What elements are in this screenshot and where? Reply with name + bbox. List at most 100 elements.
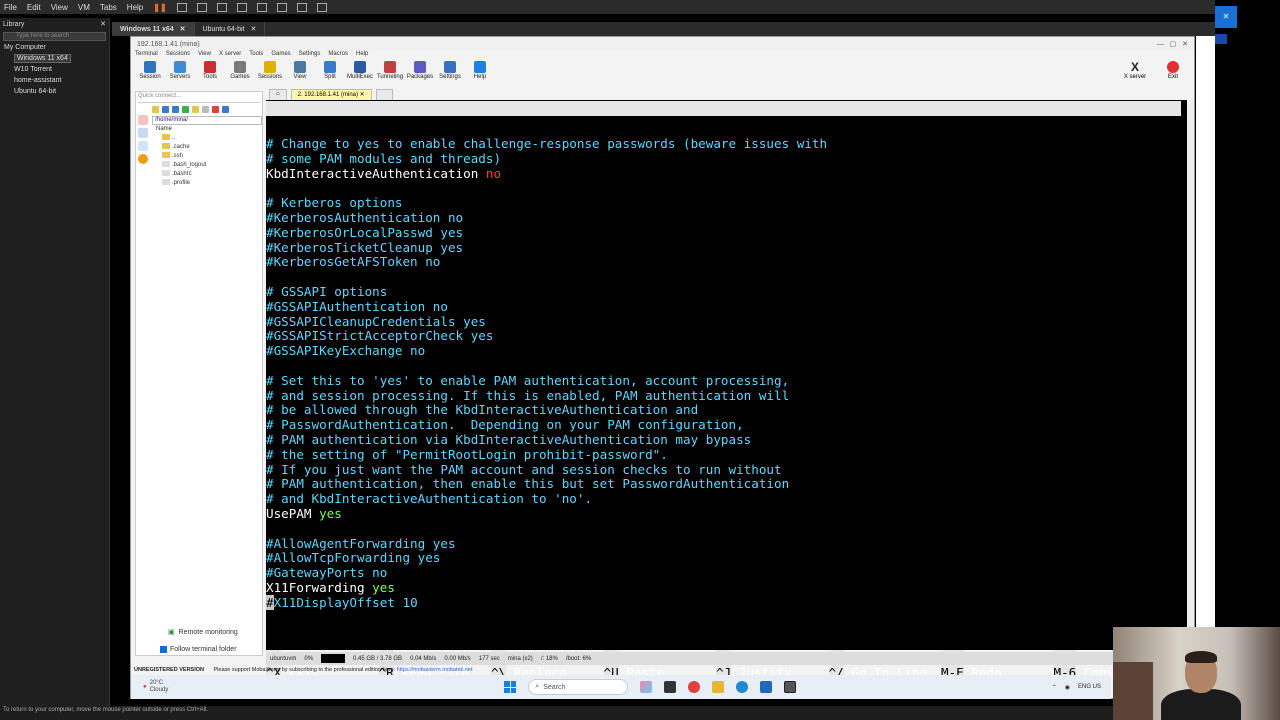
nano-line: UsePAM yes (266, 506, 827, 522)
window-controls[interactable]: — ▢ ✕ (1157, 40, 1188, 48)
file-list-item[interactable]: .bash_logout (136, 161, 262, 170)
files-header[interactable]: Name (136, 125, 262, 134)
fullscreen-icon[interactable] (276, 2, 287, 12)
terminal-icon[interactable] (222, 106, 229, 113)
network-icon[interactable]: ◉ (1065, 684, 1070, 691)
exit-button[interactable]: Exit (1160, 61, 1186, 80)
vm-menu-view[interactable]: View (51, 3, 68, 12)
mx-menu-games[interactable]: Games (271, 51, 290, 61)
task-view-icon[interactable] (664, 681, 677, 693)
nano-text: #AllowAgentForwarding yes (266, 535, 456, 551)
settings-button[interactable]: Settings (437, 61, 463, 80)
file-icon (162, 179, 170, 186)
new-folder-icon[interactable] (192, 106, 199, 113)
sessions-button[interactable]: Sessions (257, 61, 283, 80)
vm-menu-help[interactable]: Help (127, 3, 143, 12)
close-icon[interactable]: ✕ (180, 25, 186, 33)
x-server-button[interactable]: XX server (1122, 61, 1148, 80)
mx-menu-settings[interactable]: Settings (299, 51, 321, 61)
chrome-icon[interactable] (688, 681, 701, 693)
folder-icon (162, 134, 170, 141)
lang-indicator[interactable]: ENG US (1078, 684, 1101, 690)
nano-text: #KerberosAuthentication no (266, 209, 464, 225)
tools-icon[interactable] (138, 128, 148, 138)
snapshot-icon[interactable] (196, 2, 207, 12)
start-icon[interactable] (504, 681, 517, 693)
library-item[interactable]: W10 Torrent (0, 65, 109, 76)
power-icon[interactable] (176, 2, 187, 12)
unregistered-link[interactable]: https://mobaxterm.mobatek.net (397, 667, 473, 673)
vm-tab[interactable]: Ubuntu 64-bit ✕ (195, 22, 266, 36)
help-button[interactable]: Help (467, 61, 493, 80)
chevron-up-icon[interactable]: ⌃ (1052, 684, 1057, 691)
download-icon[interactable] (162, 106, 169, 113)
file-list-item[interactable]: .profile (136, 179, 262, 188)
nano-buffer[interactable]: # Change to yes to enable challenge-resp… (266, 136, 827, 611)
mx-menu-terminal[interactable]: Terminal (135, 51, 158, 61)
remote-monitoring-button[interactable]: ▣ Remote monitoring (150, 628, 238, 637)
delete-icon[interactable] (212, 106, 219, 113)
vm-menu-tabs[interactable]: Tabs (100, 3, 117, 12)
mx-menu-tools[interactable]: Tools (249, 51, 263, 61)
exit-label: Exit (1167, 74, 1178, 80)
games-button[interactable]: Games (227, 61, 253, 80)
file-list-item[interactable]: .cache (136, 143, 262, 152)
library-item[interactable]: My Computer (0, 43, 109, 54)
unity-icon[interactable] (316, 2, 327, 12)
library-search-input[interactable]: Type here to search (3, 32, 106, 41)
tools-button[interactable]: Tools (197, 61, 223, 80)
vm-menu-vm[interactable]: VM (78, 3, 90, 12)
vm-tab[interactable]: Windows 11 x64 ✕ (112, 22, 195, 36)
library-item[interactable]: home-assistant (0, 76, 109, 87)
edge-icon[interactable] (736, 681, 749, 693)
mobaxterm-taskbar-icon[interactable] (784, 681, 797, 693)
library-item[interactable]: Windows 11 x64 (0, 54, 109, 65)
nano-line: KbdInteractiveAuthentication no (266, 166, 827, 182)
macros-icon[interactable] (138, 141, 148, 151)
pause-icon[interactable]: ❚❚ (153, 3, 166, 12)
path-input[interactable]: /home/mina/ (152, 116, 262, 125)
file-explorer-icon[interactable] (712, 681, 725, 693)
terminal[interactable]: GNU nano 7.2 /etc/ssh/sshd_config # Chan… (266, 100, 1187, 680)
refresh-icon[interactable] (182, 106, 189, 113)
weather-widget[interactable]: ● 20°C Cloudy (143, 680, 168, 694)
multiexec-button[interactable]: MultiExec (347, 61, 373, 80)
terminal-scrollbar[interactable] (1188, 100, 1194, 650)
split-button[interactable]: Split (317, 61, 343, 80)
view-button[interactable]: View (287, 61, 313, 80)
library-title-text: Library (3, 20, 25, 28)
file-list-item[interactable]: .ssh (136, 152, 262, 161)
follow-terminal-folder-checkbox[interactable]: Follow terminal folder (150, 646, 238, 653)
vm-menu-edit[interactable]: Edit (27, 3, 41, 12)
sftp-icon[interactable] (138, 154, 148, 164)
file-list-item[interactable]: .. (136, 134, 262, 143)
view-icon[interactable] (256, 2, 267, 12)
mx-menu-macros[interactable]: Macros (328, 51, 348, 61)
tunneling-button[interactable]: Tunneling (377, 61, 403, 80)
mx-menu-x-server[interactable]: X server (219, 51, 241, 61)
console-icon[interactable] (296, 2, 307, 12)
vm-menu-file[interactable]: File (4, 3, 17, 12)
copilot-icon[interactable] (640, 681, 653, 693)
quick-connect-input[interactable]: Quick connect... (138, 93, 260, 103)
mx-menu-sessions[interactable]: Sessions (166, 51, 190, 61)
library-item[interactable]: Ubuntu 64-bit (0, 87, 109, 98)
weather-temp: 20°C (149, 680, 164, 686)
store-icon[interactable] (760, 681, 773, 693)
file-list-item[interactable]: .bashrc (136, 170, 262, 179)
manager-icon[interactable] (236, 2, 247, 12)
close-icon[interactable]: ✕ (100, 20, 106, 28)
folder-icon[interactable] (152, 106, 159, 113)
revert-icon[interactable] (216, 2, 227, 12)
mx-menu-view[interactable]: View (198, 51, 211, 61)
new-file-icon[interactable] (202, 106, 209, 113)
packages-button[interactable]: Packages (407, 61, 433, 80)
close-icon[interactable]: ✕ (1215, 6, 1237, 28)
session-button[interactable]: Session (137, 61, 163, 80)
upload-icon[interactable] (172, 106, 179, 113)
servers-button[interactable]: Servers (167, 61, 193, 80)
close-icon[interactable]: ✕ (251, 25, 257, 33)
mx-menu-help[interactable]: Help (356, 51, 368, 61)
sessions-icon[interactable] (138, 115, 148, 125)
taskbar-search[interactable]: ⌕ Search (528, 679, 629, 695)
